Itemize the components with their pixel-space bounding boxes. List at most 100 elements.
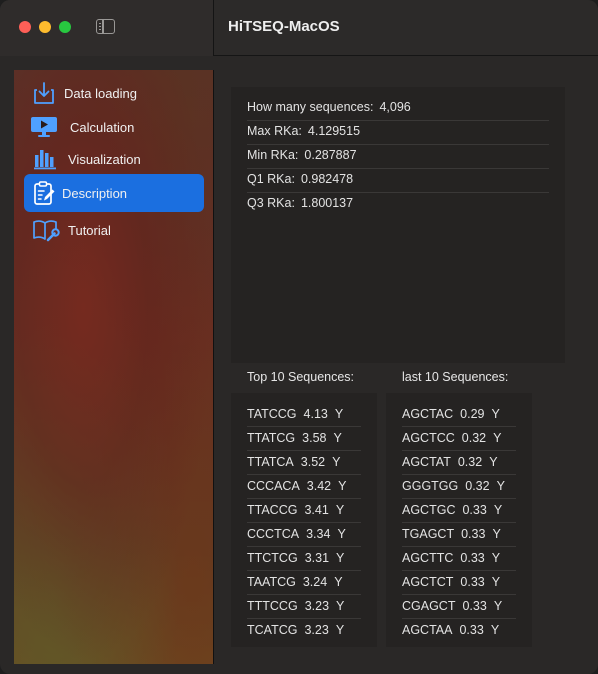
- minimize-window-button[interactable]: [39, 21, 51, 33]
- sidebar: Data loading Calculation Visualization D…: [14, 70, 214, 664]
- list-item: TTATCG 3.58 Y: [247, 427, 361, 451]
- list-item: GGGTGG 0.32 Y: [402, 475, 516, 499]
- sequence-flag: Y: [496, 479, 505, 493]
- list-item: CGAGCT 0.33 Y: [402, 595, 516, 619]
- sequence-flag: Y: [489, 455, 498, 469]
- stats-panel: How many sequences: 4,096 Max RKa: 4.12951…: [231, 87, 565, 363]
- top-sequences-list: TATCCG 4.13 Y TTATCG 3.58 Y TTATCA 3.52 Y CCCACA 3…: [231, 393, 377, 647]
- sequence-flag: Y: [491, 407, 500, 421]
- clipboard-edit-icon: [30, 179, 58, 207]
- stat-q1-rka: Q1 RKa: 0.982478: [247, 169, 549, 193]
- title-bar: HiTSEQ-MacOS: [0, 0, 598, 56]
- sidebar-item-label: Tutorial: [68, 222, 111, 238]
- sequence-score: 3.23: [304, 599, 330, 613]
- sidebar-item-tutorial[interactable]: Tutorial: [24, 211, 204, 249]
- sequence-seq: AGCTAC: [402, 407, 454, 421]
- sequence-seq: AGCTGC: [402, 503, 456, 517]
- sequence-score: 3.24: [302, 575, 328, 589]
- last-sequences-list: AGCTAC 0.29 Y AGCTCC 0.32 Y AGCTAT 0.32 Y GGGTGG 0…: [386, 393, 532, 647]
- sequence-seq: AGCTAT: [402, 455, 451, 469]
- sidebar-item-data-loading[interactable]: Data loading: [24, 74, 204, 112]
- list-item: AGCTCC 0.32 Y: [402, 427, 516, 451]
- stat-label: Q3 RKa:: [247, 196, 295, 210]
- sequence-flag: Y: [333, 431, 342, 445]
- stat-min-rka: Min RKa: 0.287887: [247, 145, 549, 169]
- sequence-score: 3.31: [304, 551, 330, 565]
- sequence-seq: TTACCG: [247, 503, 298, 517]
- sequence-flag: Y: [490, 623, 500, 637]
- list-item: TTATCA 3.52 Y: [247, 451, 361, 475]
- list-item: TTTCCG 3.23 Y: [247, 595, 361, 619]
- stat-label: How many sequences:: [247, 100, 374, 114]
- list-item: AGCTGC 0.33 Y: [402, 499, 516, 523]
- stat-label: Q1 RKa:: [247, 172, 295, 186]
- app-window: HiTSEQ-MacOS Data loading Calculation Vi…: [0, 0, 598, 674]
- sequence-flag: Y: [334, 407, 344, 421]
- bar-chart-icon: [32, 145, 60, 173]
- sequence-score: 0.33: [461, 527, 486, 541]
- sequence-score: 3.52: [300, 455, 326, 469]
- sequence-seq: TTTCCG: [247, 599, 298, 613]
- list-item: AGCTAC 0.29 Y: [402, 403, 516, 427]
- stat-label: Max RKa:: [247, 124, 302, 138]
- sequence-seq: GGGTGG: [402, 479, 459, 493]
- sequence-score: 0.32: [465, 479, 490, 493]
- sequence-flag: Y: [493, 599, 503, 613]
- sequence-seq: CGAGCT: [402, 599, 456, 613]
- sequence-flag: Y: [335, 503, 345, 517]
- sequence-flag: Y: [332, 455, 341, 469]
- close-window-button[interactable]: [19, 21, 31, 33]
- sequence-flag: Y: [493, 503, 503, 517]
- sidebar-item-label: Description: [62, 185, 128, 201]
- sequence-flag: Y: [491, 551, 501, 565]
- sequence-seq: TTATCG: [247, 431, 296, 445]
- sequence-seq: CCCTCA: [247, 527, 300, 541]
- sidebar-item-description[interactable]: Description: [24, 174, 204, 212]
- list-item: AGCTTC 0.33 Y: [402, 547, 516, 571]
- stat-q3-rka: Q3 RKa: 1.800137: [247, 193, 549, 217]
- stat-value: 0.982478: [300, 172, 354, 186]
- stat-value: 1.800137: [300, 196, 354, 210]
- window-title: HiTSEQ-MacOS: [228, 18, 340, 35]
- sidebar-item-visualization[interactable]: Visualization: [24, 140, 204, 178]
- sequence-seq: AGCTCC: [402, 431, 455, 445]
- stat-value: 4.129515: [307, 124, 361, 138]
- list-item: TATCCG 4.13 Y: [247, 403, 361, 427]
- sequence-flag: Y: [334, 575, 343, 589]
- sequence-seq: TATCCG: [247, 407, 297, 421]
- sequence-score: 0.33: [462, 599, 487, 613]
- sequence-seq: TAATCG: [247, 575, 296, 589]
- zoom-window-button[interactable]: [59, 21, 71, 33]
- sequence-flag: Y: [336, 551, 345, 565]
- list-item: TTACCG 3.41 Y: [247, 499, 361, 523]
- list-item: AGCTAT 0.32 Y: [402, 451, 516, 475]
- sequence-flag: Y: [338, 479, 347, 493]
- play-display-icon: [30, 113, 58, 141]
- sequence-score: 3.34: [306, 527, 331, 541]
- sequence-seq: CCCACA: [247, 479, 300, 493]
- sidebar-item-label: Visualization: [68, 151, 141, 167]
- sidebar-item-label: Calculation: [70, 119, 135, 135]
- sequence-flag: Y: [491, 575, 501, 589]
- sequence-seq: TCATCG: [247, 623, 298, 637]
- sequence-seq: AGCTAA: [402, 623, 453, 637]
- sequence-seq: TTATCA: [247, 455, 294, 469]
- sidebar-toggle-icon[interactable]: [96, 19, 115, 34]
- sidebar-item-label: Data loading: [64, 85, 137, 101]
- sequence-score: 0.32: [457, 455, 483, 469]
- sequence-seq: AGCTCT: [402, 575, 454, 589]
- book-wrench-icon: [32, 216, 60, 244]
- sequence-flag: Y: [335, 623, 345, 637]
- sequence-seq: TTCTCG: [247, 551, 298, 565]
- sequence-score: 0.33: [460, 575, 485, 589]
- sequence-flag: Y: [492, 527, 501, 541]
- sequence-score: 3.42: [306, 479, 332, 493]
- stat-value: 0.287887: [304, 148, 357, 162]
- stat-label: Min RKa:: [247, 148, 299, 162]
- sequence-score: 0.33: [462, 503, 487, 517]
- list-item: CCCTCA 3.34 Y: [247, 523, 361, 547]
- last-sequences-title: last 10 Sequences:: [402, 370, 509, 384]
- download-tray-icon: [30, 79, 58, 107]
- sequence-seq: AGCTTC: [402, 551, 454, 565]
- sequence-flag: Y: [336, 599, 345, 613]
